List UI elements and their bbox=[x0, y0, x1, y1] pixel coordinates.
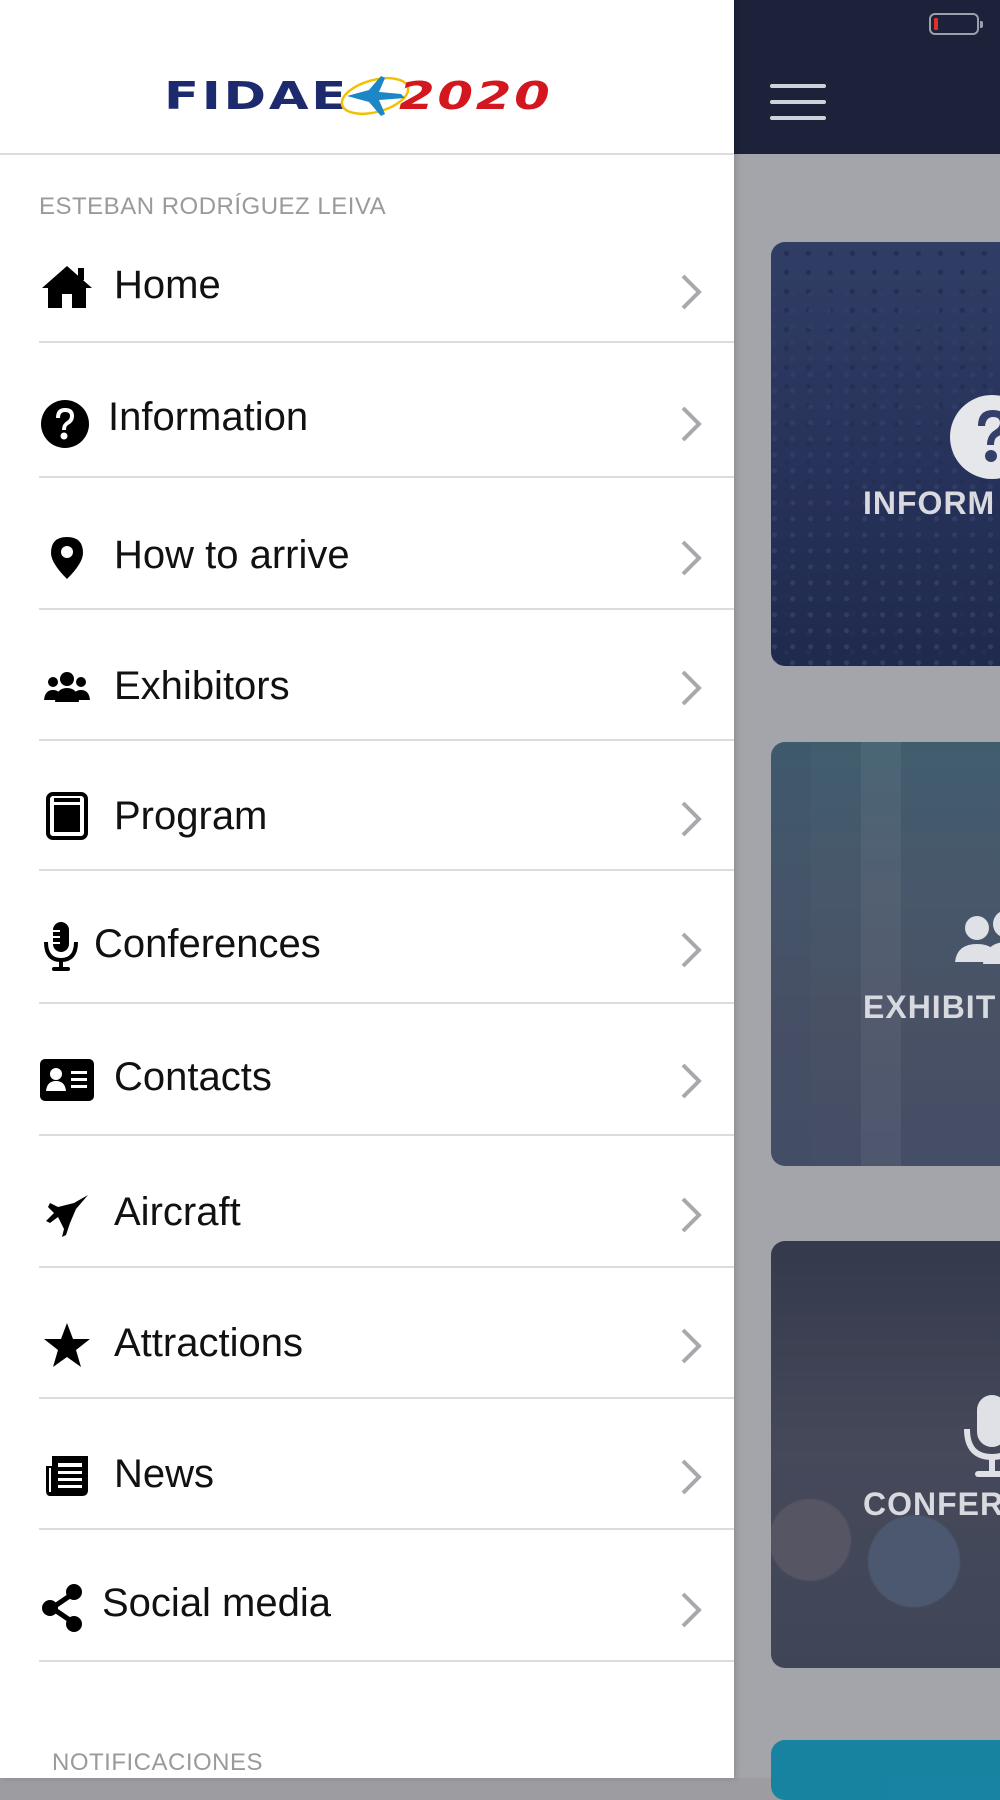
menu-item-program[interactable]: Program bbox=[39, 786, 734, 872]
menu-item-social-media[interactable]: Social media bbox=[39, 1574, 734, 1662]
star-icon bbox=[39, 1317, 95, 1373]
users-icon bbox=[39, 659, 95, 715]
question-circle-icon bbox=[37, 396, 93, 452]
chevron-right-icon bbox=[681, 1063, 702, 1099]
menu-item-label: Conferences bbox=[94, 922, 321, 966]
chevron-right-icon bbox=[681, 1459, 702, 1495]
menu-item-how-to-arrive[interactable]: How to arrive bbox=[39, 524, 734, 610]
menu-item-exhibitors[interactable]: Exhibitors bbox=[39, 655, 734, 741]
menu-item-label: How to arrive bbox=[114, 533, 350, 577]
menu-item-label: Home bbox=[114, 263, 221, 307]
drawer-header: FIDAE 2020 bbox=[0, 0, 734, 155]
menu-item-label: Exhibitors bbox=[114, 664, 290, 708]
logo-text-right: 2020 bbox=[399, 74, 553, 118]
menu-item-label: Attractions bbox=[114, 1321, 303, 1365]
menu-item-aircraft[interactable]: Aircraft bbox=[39, 1182, 734, 1268]
map-pin-icon bbox=[39, 530, 95, 586]
chevron-right-icon bbox=[681, 540, 702, 576]
fidae-logo: FIDAE 2020 bbox=[164, 66, 574, 126]
menu-item-conferences[interactable]: Conferences bbox=[39, 916, 734, 1004]
menu-item-news[interactable]: News bbox=[39, 1444, 734, 1530]
menu-item-attractions[interactable]: Attractions bbox=[39, 1313, 734, 1399]
chevron-right-icon bbox=[681, 406, 702, 442]
menu-item-label: Information bbox=[108, 395, 309, 439]
menu-item-label: News bbox=[114, 1452, 215, 1496]
fighter-jet-icon bbox=[39, 1188, 95, 1244]
chevron-right-icon bbox=[681, 1328, 702, 1364]
menu-item-label: Contacts bbox=[114, 1055, 272, 1099]
notifications-title: NOTIFICACIONES bbox=[52, 1749, 264, 1776]
navigation-drawer: FIDAE 2020 ESTEBAN RODRÍGUEZ LEIVA Home … bbox=[0, 0, 734, 1778]
menu-item-contacts[interactable]: Contacts bbox=[39, 1050, 734, 1136]
menu-item-label: Program bbox=[114, 794, 268, 838]
chevron-right-icon bbox=[681, 932, 702, 968]
chevron-right-icon bbox=[681, 1197, 702, 1233]
user-name: ESTEBAN RODRÍGUEZ LEIVA bbox=[39, 193, 387, 220]
newspaper-icon bbox=[39, 1448, 95, 1504]
chevron-right-icon bbox=[681, 801, 702, 837]
logo-text-left: FIDAE bbox=[164, 74, 349, 118]
menu-item-home[interactable]: Home bbox=[39, 255, 734, 343]
chevron-right-icon bbox=[681, 1592, 702, 1628]
menu-item-information[interactable]: Information bbox=[39, 390, 734, 478]
menu-item-label: Social media bbox=[102, 1581, 332, 1625]
share-icon bbox=[35, 1580, 91, 1636]
menu-item-label: Aircraft bbox=[114, 1190, 241, 1234]
chevron-right-icon bbox=[681, 274, 702, 310]
id-card-icon bbox=[39, 1052, 95, 1108]
calendar-icon bbox=[39, 788, 95, 844]
microphone-icon bbox=[33, 918, 89, 974]
home-icon bbox=[39, 259, 95, 315]
chevron-right-icon bbox=[681, 670, 702, 706]
